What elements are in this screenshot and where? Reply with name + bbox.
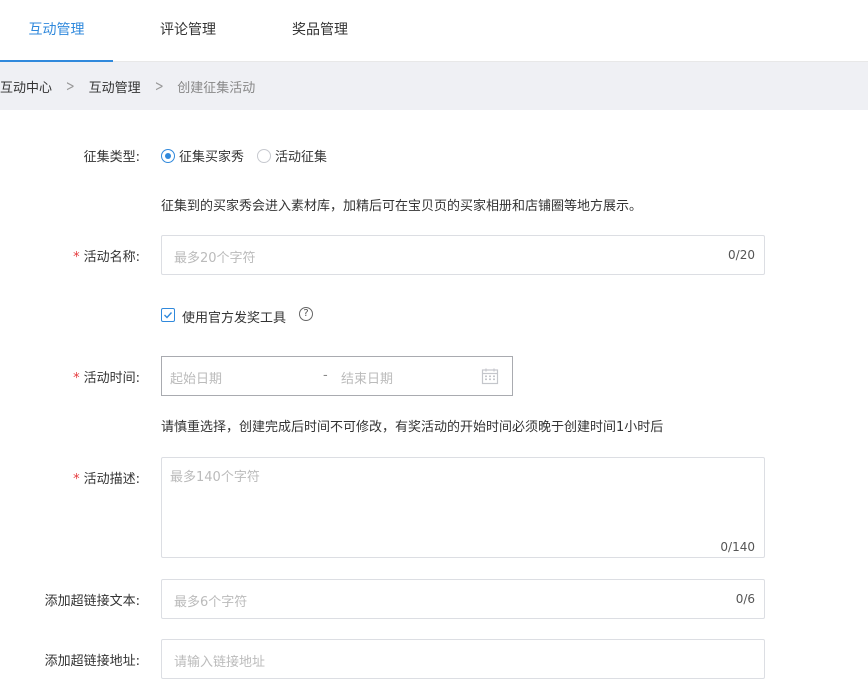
official-tool-checkbox[interactable] (161, 308, 175, 322)
radio-activity-collection-label: 活动征集 (275, 150, 328, 165)
activity-desc-counter: 0/140 (720, 540, 755, 554)
activity-name-label-text: 活动名称: (83, 250, 140, 265)
tab-prize-management[interactable]: 奖品管理 (270, 0, 370, 61)
check-icon (164, 312, 173, 319)
activity-name-label: * 活动名称: (0, 246, 140, 265)
radio-buyer-show[interactable]: 征集买家秀 (161, 146, 244, 165)
breadcrumb-item-interaction-center[interactable]: 互动中心 (0, 77, 52, 96)
required-mark: * (73, 371, 80, 386)
question-icon[interactable]: ? (299, 307, 313, 321)
activity-desc-placeholder: 最多140个字符 (170, 470, 260, 485)
date-range-separator: - (323, 368, 328, 383)
radio-activity-collection[interactable]: 活动征集 (257, 146, 327, 165)
start-date-input[interactable]: 起始日期 (170, 368, 222, 387)
collection-type-label: 征集类型: (83, 150, 140, 165)
tab-bar: 互动管理 评论管理 奖品管理 (0, 0, 868, 62)
breadcrumb: 互动中心 > 互动管理 > 创建征集活动 (0, 62, 868, 110)
breadcrumb-item-current: 创建征集活动 (177, 80, 256, 96)
link-url-label: 添加超链接地址: (44, 654, 140, 669)
date-range-picker[interactable]: 起始日期 - 结束日期 (161, 356, 513, 396)
activity-desc-label: * 活动描述: (0, 468, 140, 487)
activity-time-label: * 活动时间: (0, 367, 140, 386)
calendar-icon[interactable] (481, 367, 499, 385)
activity-desc-label-text: 活动描述: (83, 472, 140, 487)
end-date-input[interactable]: 结束日期 (341, 368, 393, 387)
radio-unselected-icon (257, 148, 271, 163)
radio-selected-icon (161, 148, 175, 163)
chevron-right-icon: > (65, 77, 75, 95)
activity-desc-textarea[interactable]: 最多140个字符 0/140 (161, 457, 765, 558)
radio-buyer-show-label: 征集买家秀 (179, 150, 245, 165)
official-tool-label: 使用官方发奖工具 (182, 311, 287, 326)
activity-name-placeholder: 最多20个字符 (174, 251, 256, 266)
link-url-placeholder: 请输入链接地址 (174, 655, 266, 670)
link-text-label: 添加超链接文本: (44, 594, 140, 609)
chevron-right-icon: > (154, 77, 164, 95)
activity-name-input[interactable]: 最多20个字符 0/20 (161, 235, 765, 275)
link-text-input[interactable]: 最多6个字符 0/6 (161, 579, 765, 619)
link-text-placeholder: 最多6个字符 (174, 595, 248, 610)
activity-name-counter: 0/20 (728, 248, 755, 262)
required-mark: * (73, 472, 80, 487)
collection-type-help: 征集到的买家秀会进入素材库，加精后可在宝贝页的买家相册和店铺圈等地方展示。 (161, 199, 643, 214)
tab-comment-management[interactable]: 评论管理 (138, 0, 238, 61)
required-mark: * (73, 250, 80, 265)
breadcrumb-item-interaction-management[interactable]: 互动管理 (89, 77, 141, 96)
link-url-input[interactable]: 请输入链接地址 (161, 639, 765, 679)
link-text-counter: 0/6 (735, 592, 755, 606)
tab-interaction-management[interactable]: 互动管理 (0, 0, 113, 62)
activity-time-help: 请慎重选择，创建完成后时间不可修改，有奖活动的开始时间必须晚于创建时间1小时后 (161, 420, 664, 435)
activity-time-label-text: 活动时间: (83, 371, 140, 386)
